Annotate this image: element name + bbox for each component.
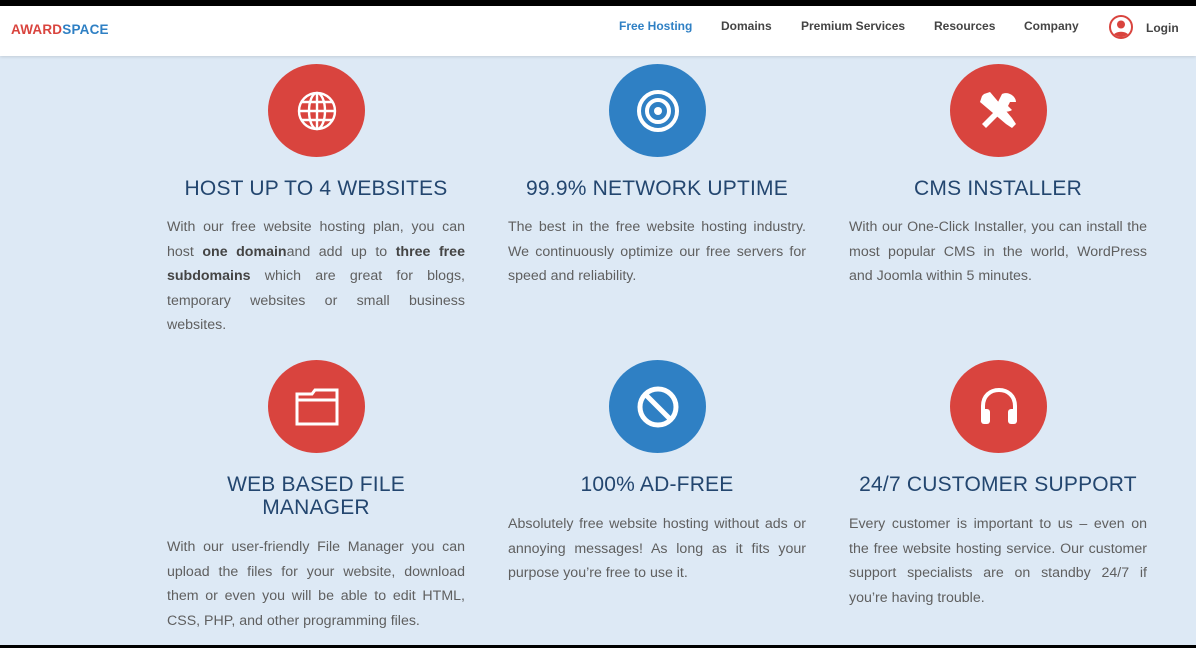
login-link[interactable]: Login	[1146, 21, 1179, 35]
target-icon	[609, 64, 706, 157]
feature-title-file-manager: WEB BASED FILE MANAGER	[227, 473, 405, 519]
feature-desc-host-websites: With our free website hosting plan, you …	[167, 219, 465, 333]
feature-desc-cms: With our One-Click Installer, you can in…	[849, 219, 1147, 284]
user-avatar-icon[interactable]	[1109, 15, 1133, 39]
tools-icon	[950, 64, 1047, 157]
feature-title-uptime: 99.9% NETWORK UPTIME	[526, 177, 788, 200]
nav-domains[interactable]: Domains	[721, 19, 772, 33]
nav-company[interactable]: Company	[1024, 19, 1079, 33]
feature-title-support: 24/7 CUSTOMER SUPPORT	[859, 473, 1137, 496]
folder-icon	[268, 360, 365, 453]
feature-title-host-websites: HOST UP TO 4 WEBSITES	[184, 177, 448, 200]
headphones-icon	[950, 360, 1047, 453]
nav-resources[interactable]: Resources	[934, 19, 995, 33]
nav-premium-services[interactable]: Premium Services	[801, 19, 905, 33]
feature-desc-file-manager: With our user-friendly File Manager you …	[167, 539, 465, 629]
globe-icon	[268, 64, 365, 157]
nav-free-hosting[interactable]: Free Hosting	[619, 19, 692, 33]
feature-desc-support: Every customer is important to us – even…	[849, 516, 1147, 606]
feature-title-ad-free: 100% AD-FREE	[580, 473, 734, 496]
site-header: AWARDSPACE Free Hosting Domains Premium …	[0, 6, 1196, 56]
ban-icon	[609, 360, 706, 453]
feature-title-cms: CMS INSTALLER	[914, 177, 1082, 200]
awardspace-logo[interactable]: AWARDSPACE	[11, 22, 109, 37]
feature-desc-ad-free: Absolutely free website hosting without …	[508, 516, 806, 581]
feature-desc-uptime: The best in the free website hosting ind…	[508, 219, 806, 284]
